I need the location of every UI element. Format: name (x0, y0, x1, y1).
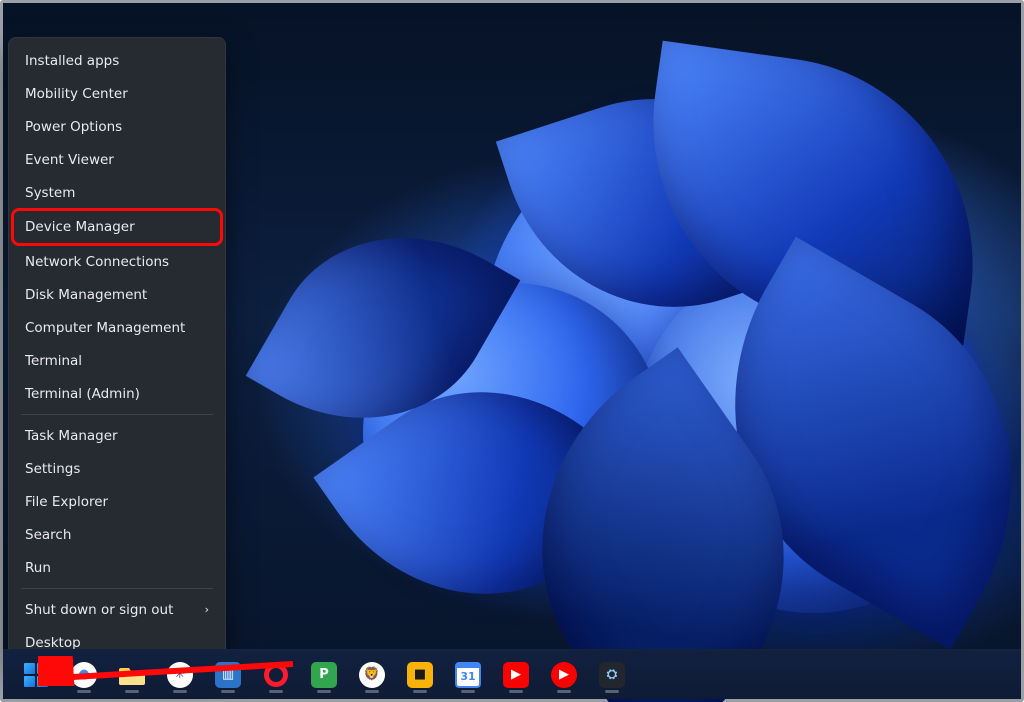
menu-item-run[interactable]: Run (13, 551, 221, 584)
menu-item-label: Task Manager (25, 428, 118, 444)
taskbar-btn-brave[interactable]: 🦁 (351, 654, 393, 696)
taskbar-btn-file-explorer[interactable] (111, 654, 153, 696)
menu-item-label: Run (25, 560, 51, 576)
desktop[interactable]: Installed apps Mobility Center Power Optio… (0, 0, 1024, 702)
brave-icon: 🦁 (359, 662, 385, 688)
menu-item-terminal-admin[interactable]: Terminal (Admin) (13, 377, 221, 410)
menu-separator (21, 588, 213, 589)
menu-item-task-manager[interactable]: Task Manager (13, 419, 221, 452)
taskbar-btn-chrome[interactable]: ● (63, 654, 105, 696)
running-indicator (269, 690, 283, 693)
authy-icon: ■ (407, 662, 433, 688)
pleco-icon: P (311, 662, 337, 688)
taskbar-btn-davinci-resolve[interactable]: ⛭ (591, 654, 633, 696)
chrome-icon: ● (71, 662, 97, 688)
menu-item-label: Terminal (Admin) (25, 386, 140, 402)
running-indicator (221, 690, 235, 693)
running-indicator (605, 690, 619, 693)
running-indicator (125, 690, 139, 693)
taskbar-btn-pleco[interactable]: P (303, 654, 345, 696)
menu-item-device-manager[interactable]: Device Manager (11, 208, 223, 246)
menu-item-label: Search (25, 527, 71, 543)
youtube-studio-icon: ▶ (503, 662, 529, 688)
menu-item-terminal[interactable]: Terminal (13, 344, 221, 377)
chevron-right-icon: › (205, 603, 209, 616)
trello-icon: ▥ (215, 662, 241, 688)
menu-item-label: Mobility Center (25, 86, 128, 102)
running-indicator (365, 690, 379, 693)
menu-item-disk-management[interactable]: Disk Management (13, 278, 221, 311)
menu-item-shut-down-or-sign-out[interactable]: Shut down or sign out › (13, 593, 221, 626)
youtube-music-icon: ▶ (551, 662, 577, 688)
running-indicator (509, 690, 523, 693)
menu-item-label: Disk Management (25, 287, 147, 303)
menu-item-event-viewer[interactable]: Event Viewer (13, 143, 221, 176)
menu-item-label: Power Options (25, 119, 122, 135)
menu-item-label: Event Viewer (25, 152, 114, 168)
taskbar-btn-slack[interactable]: ✳ (159, 654, 201, 696)
menu-separator (21, 414, 213, 415)
running-indicator (173, 690, 187, 693)
opera-icon (263, 662, 289, 688)
start-icon (23, 662, 49, 688)
slack-icon: ✳ (167, 662, 193, 688)
menu-item-label: Shut down or sign out (25, 602, 173, 618)
davinci-resolve-icon: ⛭ (599, 662, 625, 688)
menu-item-label: Device Manager (25, 219, 135, 235)
menu-item-label: System (25, 185, 75, 201)
menu-item-settings[interactable]: Settings (13, 452, 221, 485)
running-indicator (317, 690, 331, 693)
menu-item-mobility-center[interactable]: Mobility Center (13, 77, 221, 110)
taskbar-btn-youtube-studio[interactable]: ▶ (495, 654, 537, 696)
menu-item-search[interactable]: Search (13, 518, 221, 551)
running-indicator (557, 690, 571, 693)
taskbar-btn-google-calendar[interactable]: 31 (447, 654, 489, 696)
menu-item-system[interactable]: System (13, 176, 221, 209)
google-calendar-icon: 31 (455, 662, 481, 688)
taskbar-btn-start[interactable] (15, 654, 57, 696)
menu-item-label: Terminal (25, 353, 82, 369)
menu-item-label: Installed apps (25, 53, 119, 69)
running-indicator (77, 690, 91, 693)
taskbar-btn-opera[interactable] (255, 654, 297, 696)
taskbar-btn-authy[interactable]: ■ (399, 654, 441, 696)
menu-item-label: File Explorer (25, 494, 108, 510)
menu-item-power-options[interactable]: Power Options (13, 110, 221, 143)
menu-item-network-connections[interactable]: Network Connections (13, 245, 221, 278)
file-explorer-icon (119, 662, 145, 688)
menu-item-computer-management[interactable]: Computer Management (13, 311, 221, 344)
menu-item-label: Settings (25, 461, 80, 477)
taskbar-btn-youtube-music[interactable]: ▶ (543, 654, 585, 696)
running-indicator (461, 690, 475, 693)
menu-item-label: Computer Management (25, 320, 185, 336)
menu-item-file-explorer[interactable]: File Explorer (13, 485, 221, 518)
taskbar-btn-trello[interactable]: ▥ (207, 654, 249, 696)
running-indicator (413, 690, 427, 693)
power-user-menu: Installed apps Mobility Center Power Optio… (8, 37, 226, 666)
menu-item-label: Network Connections (25, 254, 169, 270)
taskbar: ● ✳ ▥ P 🦁 ■ 31 ▶ ▶ ⛭ (3, 649, 1021, 699)
menu-item-installed-apps[interactable]: Installed apps (13, 44, 221, 77)
